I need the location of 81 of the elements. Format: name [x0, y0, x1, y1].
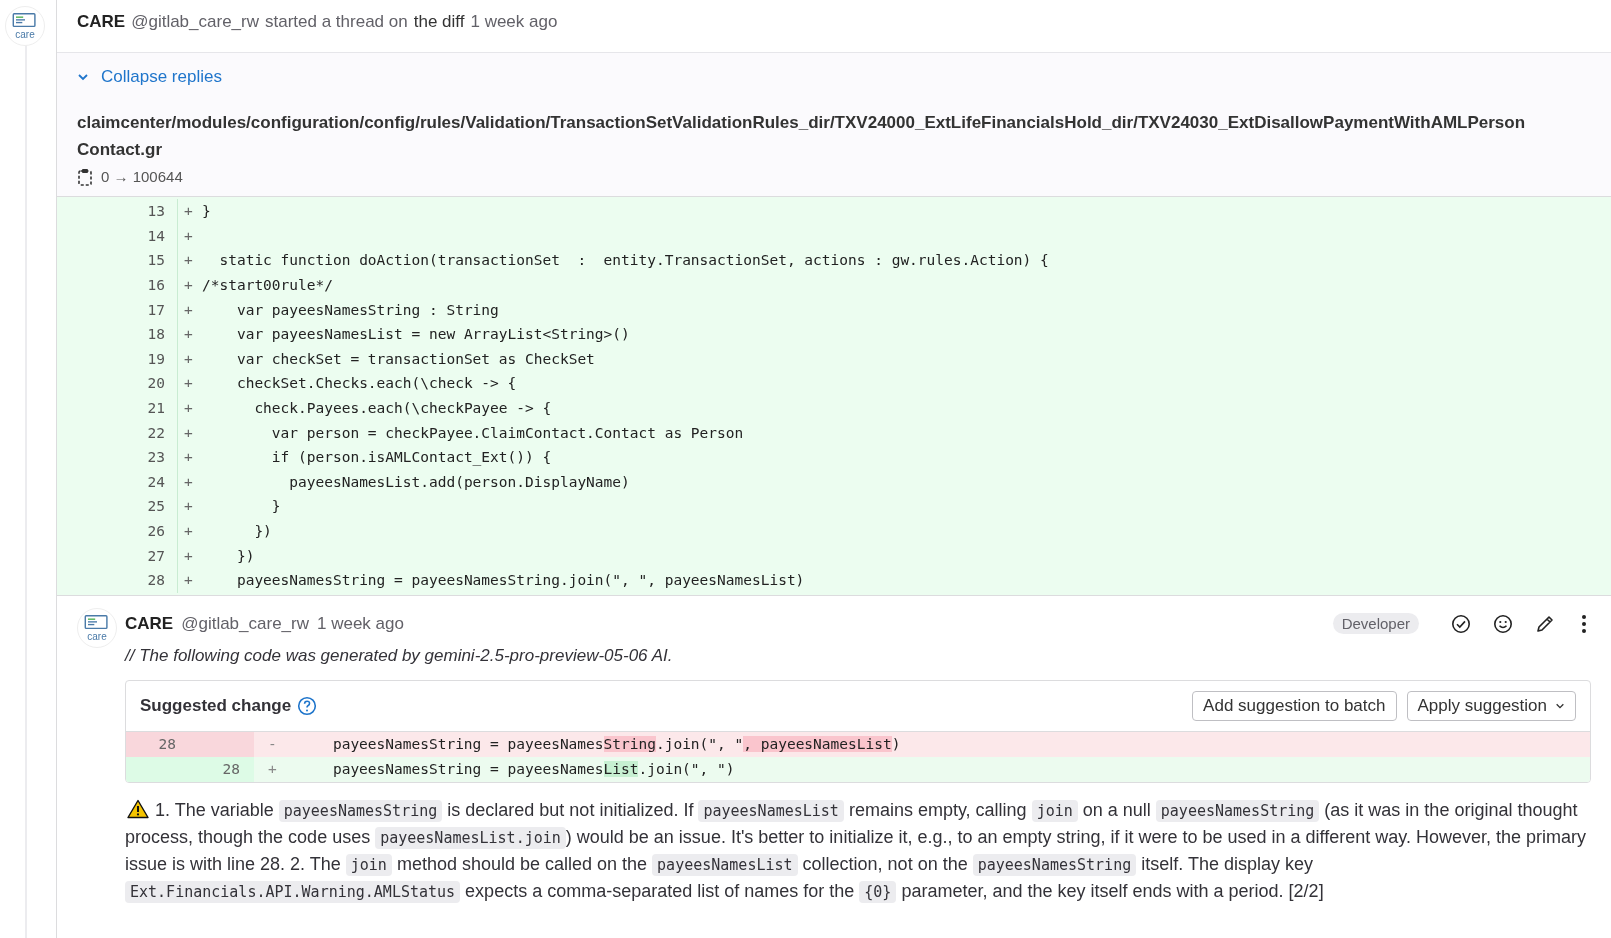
author-name[interactable]: CARE — [125, 613, 174, 634]
author-handle[interactable]: @gitlab_care_rw — [131, 12, 259, 32]
code-line: var person = checkPayee.ClaimContact.Contact as Person — [270, 424, 744, 441]
diff-sign: + — [184, 277, 194, 294]
diff-sign: + — [184, 350, 194, 367]
code-line: } — [202, 203, 211, 220]
line-number: 27 — [57, 543, 178, 568]
code-line: payeesNamesString = payeesNamesString.join(", ", payeesNamesList) — [235, 572, 805, 589]
author-handle[interactable]: @gitlab_care_rw — [181, 613, 309, 634]
file-path: claimcenter/modules/configuration/config/rules/Validation/TransactionSetValidationRules_dir/TXV24000_ExtLifeFinancialsHold_dir/TXV24030_ExtDisallowPaymentWithAMLPersonContact.gr — [77, 112, 1527, 161]
diff-sign: + — [184, 301, 194, 318]
timestamp: 1 week ago — [470, 12, 558, 32]
diff-sign: + — [184, 400, 194, 417]
code-line: var checkSet = transactionSet as CheckSet — [235, 350, 595, 367]
diff-sign: + — [184, 326, 194, 343]
line-number: 22 — [57, 420, 178, 445]
line-number-cell: 28 — [190, 756, 254, 782]
diff-sign: + — [184, 547, 194, 564]
role-badge: Developer — [1332, 613, 1419, 634]
line-number: 15 — [57, 248, 178, 273]
diff-sign: + — [184, 498, 194, 515]
more-options-icon[interactable] — [1581, 613, 1587, 634]
thread-action: started a thread on — [265, 12, 408, 32]
code-line: /*start00rule*/ — [202, 277, 333, 294]
apply-suggestion-button[interactable]: Apply suggestion — [1406, 690, 1576, 721]
line-number: 14 — [57, 223, 178, 249]
line-number: 17 — [57, 297, 178, 322]
line-number-cell — [190, 731, 254, 757]
code-line: checkSet.Checks.each(\check -> { — [235, 375, 517, 392]
diff-sign: + — [184, 572, 194, 589]
code-line: }) — [253, 523, 272, 539]
line-number: 16 — [57, 272, 178, 298]
resolve-icon[interactable] — [1451, 613, 1471, 634]
clipboard-icon[interactable] — [77, 167, 93, 186]
diff-sign: + — [184, 424, 194, 441]
diff-sign: - — [268, 736, 278, 752]
line-number: 20 — [57, 371, 178, 396]
line-number-cell — [126, 756, 190, 782]
line-number: 25 — [57, 494, 178, 519]
line-number: 24 — [57, 469, 178, 495]
comment-text: 1. The variable payeesNamesString is declared but not initialized. If payeesNamesList remains empty, calling join on a null payeesNamesString (as it was in the original thought process, though the code uses payeesNamesList.join ) would be an issue. It's better to initialize it, e.g., to an empty string, if it were to be used in a different way. However, the primary issue is with line 28. 2. The join method should be called on the payeesNamesList collection, not on the payeesNamesString itself. The display key Ext.Financials.API.Warning.AMLStatus expects a comma-separated list of names for the {0} parameter, and the key itself ends with a period. [2/2] — [125, 798, 1588, 905]
diff-sign: + — [184, 252, 194, 269]
pencil-icon[interactable] — [1535, 613, 1555, 634]
author-name[interactable]: CARE — [77, 12, 126, 32]
warning-icon — [127, 798, 149, 819]
avatar: care — [5, 6, 45, 46]
smiley-icon[interactable] — [1493, 613, 1513, 634]
comment-intro: // The following code was generated by gemini-2.5-pro-preview-05-06 AI. — [125, 645, 674, 666]
code-line: } — [270, 498, 281, 515]
line-number: 28 — [57, 567, 178, 593]
code-line: static function doAction(transactionSet : entity.TransactionSet, actions : gw.rules.Action) { — [218, 252, 1049, 269]
diff-sign: + — [184, 203, 194, 220]
code-line: payeesNamesString = payeesNames List.join(", ") — [331, 761, 735, 777]
code-line: }) — [235, 547, 255, 564]
avatar: care — [77, 607, 117, 648]
diff-sign: + — [184, 375, 194, 392]
code-line: check.Payees.each(\checkPayee -> { — [253, 400, 552, 417]
line-number: 13 — [57, 199, 178, 224]
diff-sign: + — [184, 473, 194, 490]
diff-sign: + — [184, 523, 194, 539]
code-line: var payeesNamesList = new ArrayList<String>() — [235, 326, 630, 343]
diff-sign: + — [184, 227, 194, 244]
line-number-cell: 28 — [126, 731, 190, 757]
line-number: 18 — [57, 321, 178, 347]
collapse-replies-button[interactable]: Collapse replies — [77, 63, 222, 91]
line-number: 19 — [57, 346, 178, 372]
help-icon[interactable] — [297, 695, 318, 716]
code-line: payeesNamesList.add(person.DisplayName) — [288, 473, 630, 490]
diff-sign: + — [268, 761, 278, 777]
timestamp: 1 week ago — [317, 613, 404, 634]
code-line: if (person.isAMLContact_Ext()) { — [270, 449, 552, 466]
file-mode: 0 → 100644 — [101, 167, 183, 187]
diff-sign: + — [184, 449, 194, 466]
code-line: payeesNamesString = payeesNamesString.join(", ", payeesNamesList) — [331, 736, 901, 752]
line-number: 21 — [57, 395, 178, 421]
code-line: var payeesNamesString : String — [235, 301, 499, 318]
line-number: 26 — [57, 518, 178, 544]
add-to-batch-button[interactable]: Add suggestion to batch — [1192, 690, 1397, 721]
line-number: 23 — [57, 444, 178, 470]
suggestion-title: Suggested change — [140, 695, 292, 716]
diff-link[interactable]: the diff — [413, 12, 465, 32]
